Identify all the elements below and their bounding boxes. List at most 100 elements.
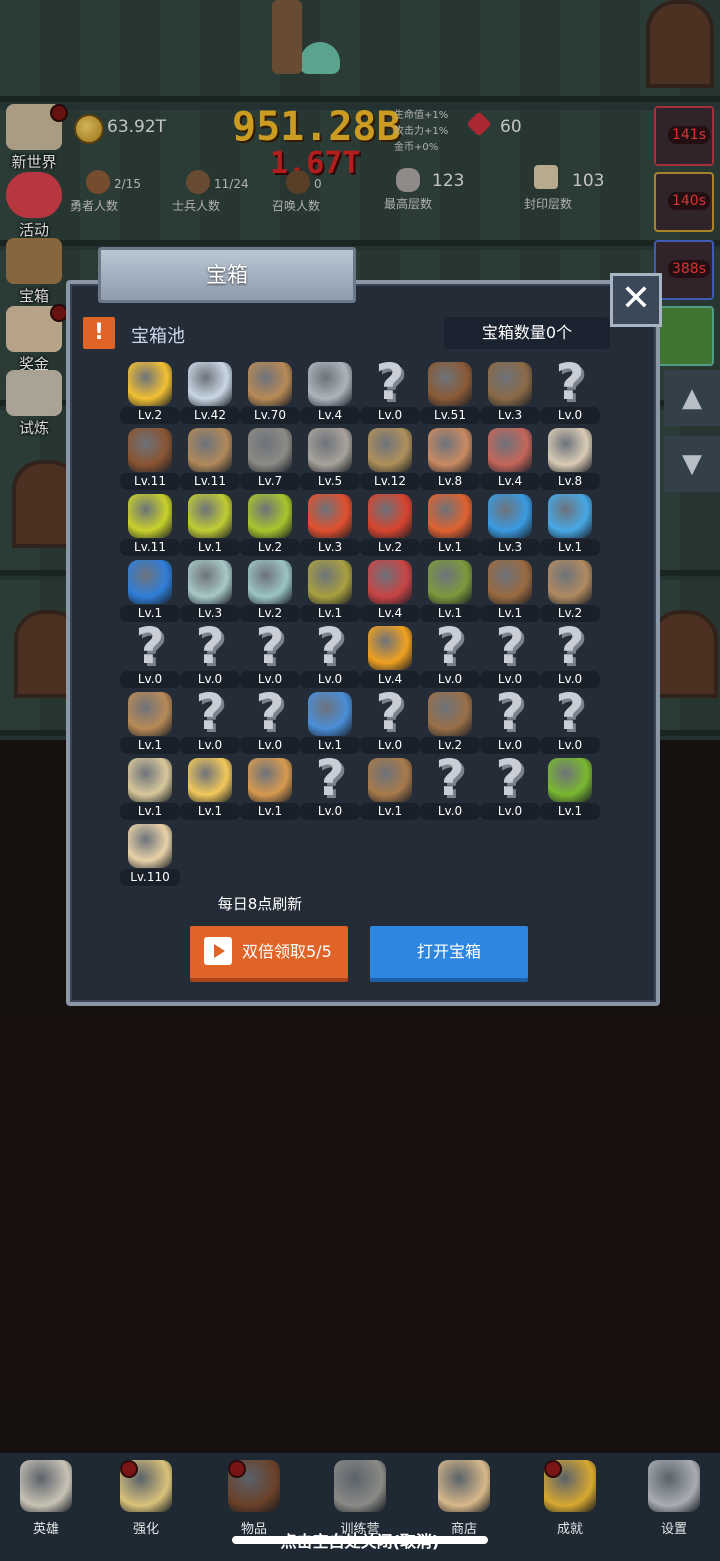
chest-item-cell[interactable]: Lv.51 xyxy=(420,362,480,428)
chest-item-cell[interactable]: ? Lv.0 xyxy=(360,356,420,428)
close-button[interactable]: ✕ xyxy=(610,273,662,327)
item-level: Lv.11 xyxy=(180,473,240,490)
chest-item-cell[interactable]: Lv.70 xyxy=(240,362,300,428)
blue-flask-icon xyxy=(548,494,592,538)
unknown-icon: ? xyxy=(435,617,465,675)
chest-item-cell[interactable]: Lv.8 xyxy=(420,428,480,494)
iron-helmet-icon xyxy=(248,428,292,472)
chest-item-cell[interactable]: ? Lv.0 xyxy=(540,356,600,428)
open-chest-button[interactable]: 打开宝箱 xyxy=(370,926,528,982)
unknown-icon: ? xyxy=(375,353,405,411)
chest-item-cell[interactable]: Lv.11 xyxy=(120,494,180,560)
bow-icon xyxy=(368,758,412,802)
unknown-icon: ? xyxy=(255,683,285,741)
chest-item-cell[interactable]: Lv.4 xyxy=(300,362,360,428)
chest-item-cell[interactable]: ? Lv.0 xyxy=(480,752,540,824)
chest-item-cell[interactable]: Lv.11 xyxy=(120,428,180,494)
yellow-potion-small-icon xyxy=(188,494,232,538)
chest-item-cell[interactable]: Lv.4 xyxy=(360,560,420,626)
chest-item-cell[interactable]: Lv.2 xyxy=(240,494,300,560)
dagger-icon xyxy=(188,428,232,472)
chest-item-cell[interactable]: Lv.2 xyxy=(120,362,180,428)
chest-item-cell[interactable]: Lv.2 xyxy=(360,494,420,560)
chest-item-cell[interactable]: Lv.1 xyxy=(540,758,600,824)
item-level: Lv.1 xyxy=(120,803,180,820)
chest-item-cell[interactable]: ? Lv.0 xyxy=(180,686,240,758)
chest-item-cell[interactable]: ? Lv.0 xyxy=(420,620,480,692)
chest-item-cell[interactable]: Lv.3 xyxy=(480,362,540,428)
chest-item-cell[interactable]: ? Lv.0 xyxy=(120,620,180,692)
chest-item-cell[interactable]: Lv.12 xyxy=(360,428,420,494)
chest-item-cell[interactable]: Lv.8 xyxy=(540,428,600,494)
item-level: Lv.2 xyxy=(360,539,420,556)
item-level: Lv.42 xyxy=(180,407,240,424)
item-level: Lv.4 xyxy=(480,473,540,490)
chest-item-cell[interactable]: Lv.11 xyxy=(180,428,240,494)
chest-item-cell[interactable]: Lv.3 xyxy=(480,494,540,560)
item-level: Lv.0 xyxy=(300,671,360,688)
unknown-icon: ? xyxy=(495,749,525,807)
skull-icon xyxy=(20,1460,72,1512)
chest-item-cell[interactable]: Lv.3 xyxy=(300,494,360,560)
item-level: Lv.0 xyxy=(300,803,360,820)
item-level: Lv.4 xyxy=(300,407,360,424)
lantern-icon xyxy=(334,1460,386,1512)
leather-boots-icon xyxy=(488,560,532,604)
double-claim-button[interactable]: 双倍领取5/5 xyxy=(190,926,348,982)
refresh-note: 每日8点刷新 xyxy=(217,895,303,913)
wooden-staff-icon xyxy=(128,692,172,736)
chest-item-cell[interactable]: ? Lv.0 xyxy=(240,686,300,758)
item-level: Lv.1 xyxy=(180,539,240,556)
item-level: Lv.3 xyxy=(480,539,540,556)
item-level: Lv.3 xyxy=(300,539,360,556)
chest-item-cell[interactable]: Lv.1 xyxy=(180,758,240,824)
item-level: Lv.8 xyxy=(540,473,600,490)
item-level: Lv.8 xyxy=(420,473,480,490)
bone-club-icon xyxy=(128,758,172,802)
chest-item-cell[interactable]: Lv.110 xyxy=(120,824,180,890)
chest-item-cell[interactable]: Lv.1 xyxy=(120,692,180,758)
chest-item-cell[interactable]: ? Lv.0 xyxy=(360,686,420,758)
chest-item-cell[interactable]: Lv.1 xyxy=(420,494,480,560)
item-level: Lv.1 xyxy=(540,539,600,556)
item-level: Lv.1 xyxy=(540,803,600,820)
notification-dot xyxy=(120,1460,138,1478)
red-flask-icon xyxy=(368,494,412,538)
item-level: Lv.0 xyxy=(240,737,300,754)
gear-icon xyxy=(648,1460,700,1512)
chest-item-cell[interactable]: Lv.1 xyxy=(240,758,300,824)
chest-item-cell[interactable]: ? Lv.0 xyxy=(540,686,600,758)
wooden-sword-icon xyxy=(248,362,292,406)
water-bottle-2-icon xyxy=(248,560,292,604)
video-play-icon xyxy=(204,937,232,965)
chest-item-cell[interactable]: Lv.4 xyxy=(480,428,540,494)
green-potion-icon xyxy=(248,494,292,538)
leather-armor-icon xyxy=(428,362,472,406)
chest-item-cell[interactable]: ? Lv.0 xyxy=(300,752,360,824)
item-level: Lv.3 xyxy=(480,407,540,424)
item-level: Lv.0 xyxy=(480,803,540,820)
warning-icon: ! xyxy=(83,317,115,349)
steel-sword-icon xyxy=(308,362,352,406)
winged-boots-icon xyxy=(428,560,472,604)
unknown-icon: ? xyxy=(315,617,345,675)
chest-item-cell[interactable]: ? Lv.0 xyxy=(300,620,360,692)
chest-item-cell[interactable]: ? Lv.0 xyxy=(420,752,480,824)
chest-item-cell[interactable]: Lv.1 xyxy=(180,494,240,560)
home-indicator[interactable] xyxy=(232,1536,488,1544)
chest-item-cell[interactable]: Lv.5 xyxy=(300,428,360,494)
chest-item-cell[interactable]: Lv.42 xyxy=(180,362,240,428)
chest-item-cell[interactable]: Lv.1 xyxy=(540,494,600,560)
chest-item-cell[interactable]: Lv.1 xyxy=(360,758,420,824)
unknown-icon: ? xyxy=(435,749,465,807)
unknown-icon: ? xyxy=(555,617,585,675)
chest-item-cell[interactable]: Lv.1 xyxy=(120,758,180,824)
double-claim-label: 双倍领取5/5 xyxy=(242,942,332,961)
mana-potion-icon xyxy=(128,560,172,604)
chest-item-cell[interactable]: Lv.7 xyxy=(240,428,300,494)
item-level: Lv.0 xyxy=(360,407,420,424)
rice-bowl-icon xyxy=(548,428,592,472)
travel-boots-icon xyxy=(548,560,592,604)
item-level: Lv.1 xyxy=(240,803,300,820)
ham-icon xyxy=(428,428,472,472)
